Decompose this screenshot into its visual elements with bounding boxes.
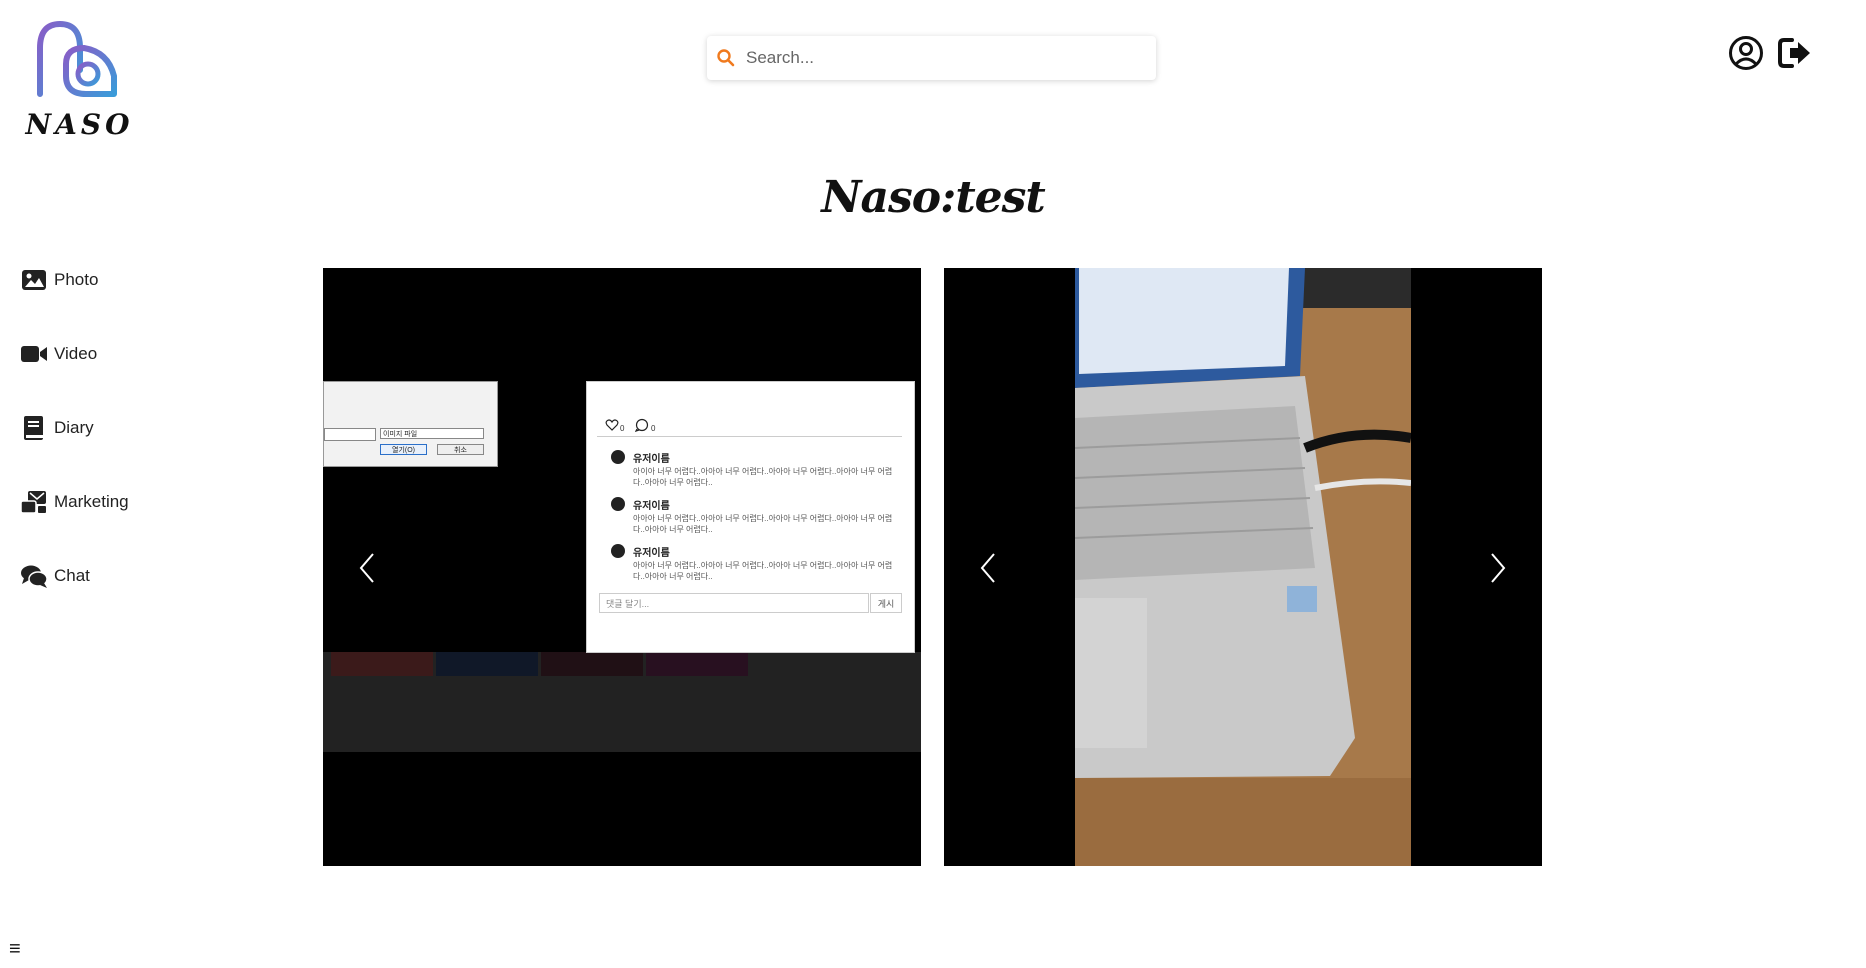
sidebar-item-label: Chat: [54, 566, 90, 585]
thumbnail: [646, 652, 748, 676]
search-input[interactable]: [744, 47, 1156, 69]
sidebar: Photo Video Diary Marketing Chat: [20, 262, 129, 632]
comment-text: 아아아 너무 어렵다..아아아 너무 어렵다..아아아 너무 어렵다..아아아 …: [633, 561, 893, 581]
heart-icon: [605, 419, 619, 431]
search-icon: [717, 49, 735, 67]
sidebar-item-marketing[interactable]: Marketing: [20, 484, 129, 520]
page-title: Naso:test: [821, 172, 1046, 223]
divider: [597, 436, 902, 437]
avatar: [611, 497, 625, 511]
like-count: 0: [620, 424, 625, 433]
sidebar-item-video[interactable]: Video: [20, 336, 129, 372]
search-bar: [707, 36, 1156, 80]
carousel-prev-button[interactable]: [353, 548, 381, 588]
sidebar-item-diary[interactable]: Diary: [20, 410, 129, 446]
comments-icon: [21, 565, 48, 588]
comment-icon: [635, 418, 649, 432]
laptop-image: [1075, 268, 1411, 866]
carousel-next-button[interactable]: [1484, 548, 1512, 588]
video-camera-icon: [21, 346, 47, 362]
thumbnail: [541, 652, 643, 676]
comment-text: 아아아 너무 어렵다..아아아 너무 어렵다..아아아 너무 어렵다..아아아 …: [633, 514, 893, 534]
dialog-cancel-button: 취소: [437, 444, 484, 455]
comment-user: 유저이름: [633, 501, 670, 512]
thumbnail: [331, 652, 433, 676]
comment-user: 유저이름: [633, 548, 670, 559]
comment-input: 댓글 달기...: [599, 593, 869, 613]
dialog-open-button: 열기(O): [380, 444, 427, 455]
carousel-prev-button[interactable]: [974, 548, 1002, 588]
sidebar-item-label: Marketing: [54, 492, 129, 511]
avatar: [611, 544, 625, 558]
sidebar-item-label: Diary: [54, 418, 94, 437]
laptop-photo: [1075, 268, 1411, 866]
menu-toggle-icon[interactable]: ≡: [9, 938, 21, 961]
logo-mark-icon: [37, 20, 117, 97]
user-circle-icon[interactable]: [1727, 34, 1765, 72]
post-panel: 0 0 유저이름 아이아 너무 어렵다..아아아 너무 어렵다..아아아 너무 …: [586, 381, 915, 653]
carousel-photo-2: [944, 268, 1542, 866]
comment-user: 유저이름: [633, 454, 670, 465]
dialog-select: [324, 428, 376, 441]
avatar: [611, 450, 625, 464]
logo-wordmark: NASO: [25, 108, 134, 141]
thumbnail: [436, 652, 538, 676]
naso-logo[interactable]: NASO: [22, 18, 137, 143]
comment-count: 0: [651, 424, 656, 433]
mail-bulk-icon: [20, 491, 46, 514]
sidebar-item-label: Photo: [54, 270, 99, 289]
image-icon: [22, 270, 46, 290]
carousel-photo-1: 이미지 파일 열기(O) 취소 0 0 유저이름 아이아 너무 어렵다..아아아…: [323, 268, 921, 866]
file-dialog: 이미지 파일 열기(O) 취소: [323, 381, 498, 467]
comment-text: 아이아 너무 어렵다..아아아 너무 어렵다..아아아 너무 어렵다..아아아 …: [633, 467, 893, 487]
book-icon: [24, 416, 43, 440]
dialog-filetype: 이미지 파일: [380, 428, 484, 439]
sidebar-item-label: Video: [54, 344, 98, 363]
sidebar-item-chat[interactable]: Chat: [20, 558, 129, 594]
sidebar-item-photo[interactable]: Photo: [20, 262, 129, 298]
post-comment-button: 게시: [870, 593, 902, 613]
sign-out-icon[interactable]: [1776, 34, 1814, 72]
